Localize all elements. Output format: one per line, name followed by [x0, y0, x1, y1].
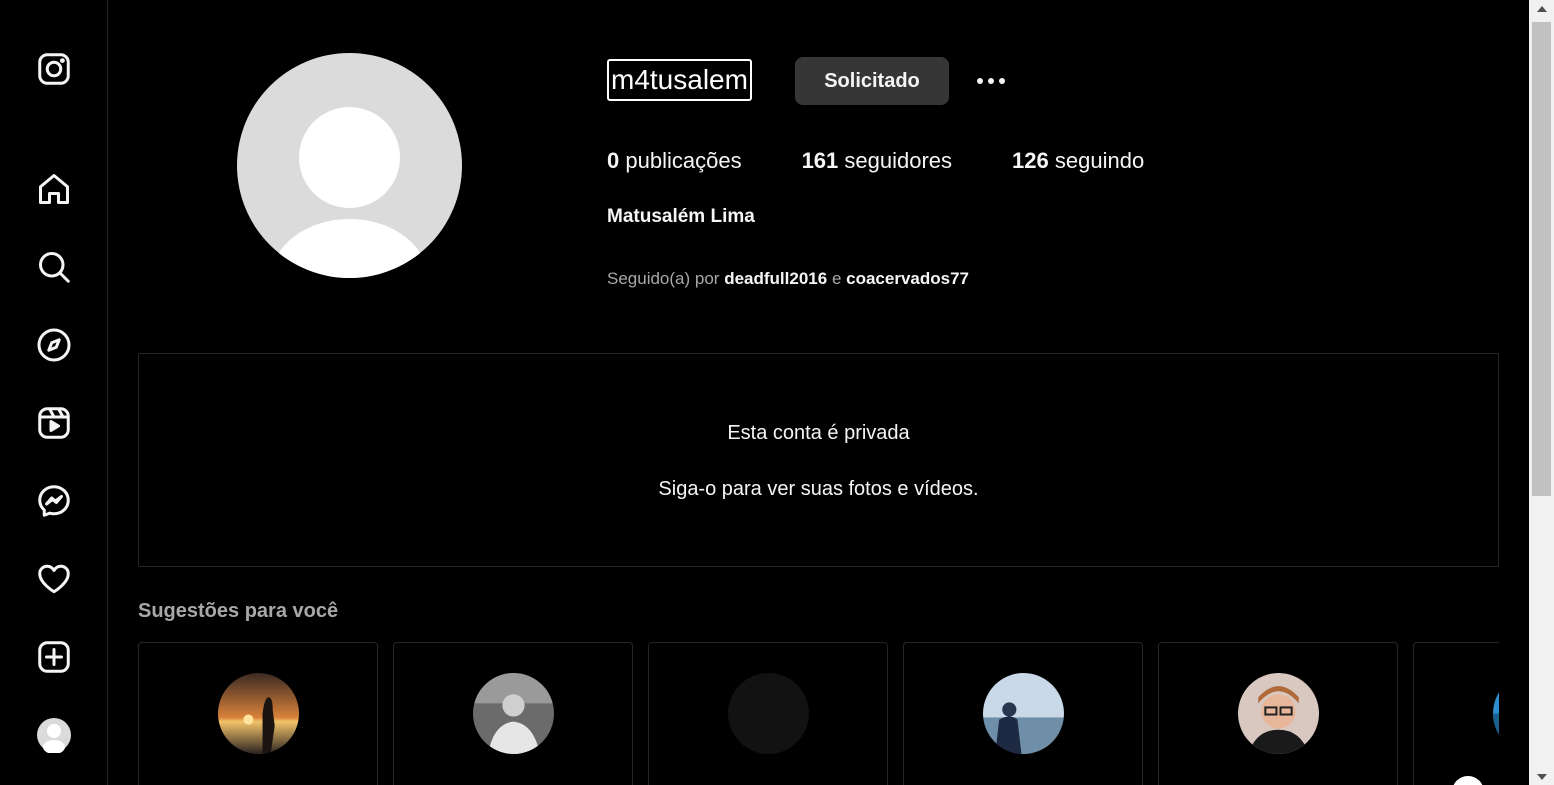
suggestion-card[interactable]: [648, 642, 888, 785]
scrollbar-thumb[interactable]: [1532, 22, 1551, 496]
followers-stat[interactable]: 161 seguidores: [802, 148, 952, 174]
suggestion-card[interactable]: [1158, 642, 1398, 785]
following-stat[interactable]: 126 seguindo: [1012, 148, 1144, 174]
dot: [988, 78, 994, 84]
suggestion-avatar[interactable]: [1493, 673, 1499, 754]
posts-label: publicações: [625, 148, 742, 173]
suggestion-card[interactable]: [1413, 642, 1499, 785]
dot: [977, 78, 983, 84]
search-icon[interactable]: [35, 248, 73, 286]
triangle: [1536, 5, 1547, 12]
following-label: seguindo: [1054, 148, 1145, 173]
messenger-icon[interactable]: [35, 482, 73, 520]
profile-stats: 0 publicações 161 seguidores 126 seguind…: [607, 148, 1204, 174]
suggestion-avatar[interactable]: [983, 673, 1064, 754]
followed-by-prefix: Seguido(a) por: [607, 269, 720, 288]
followed-by-user-2[interactable]: coacervados77: [846, 269, 969, 288]
avatar-head-shape: [299, 107, 400, 208]
suggestion-avatar[interactable]: [473, 673, 554, 754]
home-icon[interactable]: [35, 170, 73, 208]
reels-icon[interactable]: [35, 404, 73, 442]
following-count: 126: [1012, 148, 1049, 173]
more-options-icon[interactable]: [971, 66, 1011, 96]
triangle: [1536, 773, 1547, 780]
dot: [999, 78, 1005, 84]
profile-full-name: Matusalém Lima: [607, 206, 755, 227]
followed-by-conjunction: e: [831, 269, 842, 288]
profile-avatar[interactable]: [35, 716, 73, 754]
sidebar-nav: [0, 0, 108, 785]
followers-label: seguidores: [844, 148, 953, 173]
profile-avatar-large: [237, 53, 462, 278]
posts-stat: 0 publicações: [607, 148, 742, 174]
posts-count: 0: [607, 148, 620, 173]
suggestion-avatar[interactable]: [218, 673, 299, 754]
suggestion-card[interactable]: [138, 642, 378, 785]
scroll-up-arrow-icon[interactable]: [1529, 0, 1554, 17]
profile-username[interactable]: m4tusalem: [607, 59, 752, 101]
create-icon[interactable]: [35, 638, 73, 676]
heart-icon[interactable]: [35, 560, 73, 598]
suggestions-carousel: [138, 642, 1499, 785]
private-notice-title: Esta conta é privada: [727, 422, 910, 444]
followed-by-text[interactable]: Seguido(a) por deadfull2016 e coacervado…: [607, 269, 969, 289]
profile-main: m4tusalem Solicitado 0 publicações 161 s…: [109, 0, 1529, 785]
instagram-icon[interactable]: [35, 50, 73, 88]
suggestion-card[interactable]: [903, 642, 1143, 785]
suggestion-card[interactable]: [393, 642, 633, 785]
suggestion-avatar[interactable]: [728, 673, 809, 754]
page-scrollbar[interactable]: [1529, 0, 1554, 785]
private-notice-subtitle: Siga-o para ver suas fotos e vídeos.: [658, 478, 979, 500]
requested-button[interactable]: Solicitado: [795, 57, 949, 105]
private-account-notice: Esta conta é privada Siga-o para ver sua…: [138, 353, 1499, 567]
followers-count: 161: [801, 148, 839, 173]
suggestion-avatar[interactable]: [1238, 673, 1319, 754]
avatar-body-shape: [271, 219, 428, 278]
suggestions-title: Sugestões para você: [138, 600, 339, 622]
followed-by-user-1[interactable]: deadfull2016: [724, 269, 827, 288]
scroll-down-arrow-icon[interactable]: [1529, 768, 1554, 785]
explore-icon[interactable]: [35, 326, 73, 364]
